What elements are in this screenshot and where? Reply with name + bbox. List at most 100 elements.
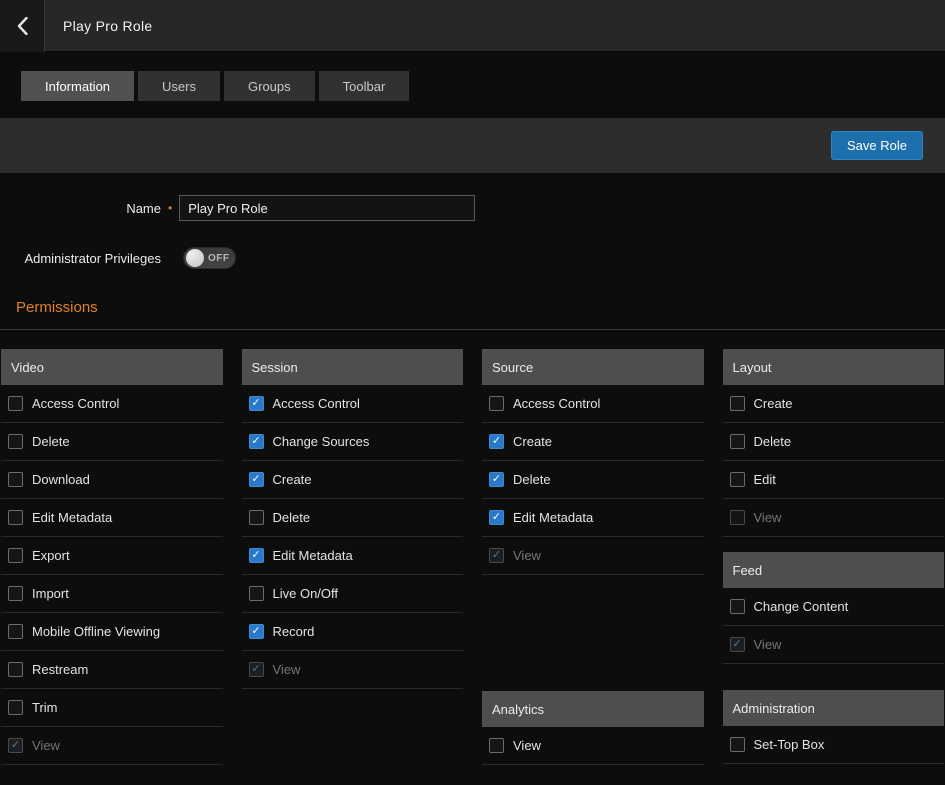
toggle-knob <box>186 249 204 267</box>
permission-row-session-record[interactable]: ✓Record <box>242 613 464 651</box>
name-input[interactable] <box>179 195 475 221</box>
permission-row-source-edit-metadata[interactable]: ✓ Edit Metadata <box>482 499 704 537</box>
permission-row-session-create[interactable]: ✓ Create <box>242 461 464 499</box>
checkbox-session-access-control[interactable]: ✓ <box>249 396 264 411</box>
permission-row-layout-delete[interactable]: Delete <box>723 423 945 461</box>
checkbox-source-delete[interactable]: ✓ <box>489 472 504 487</box>
permission-row-video-restream[interactable]: Restream <box>1 651 223 689</box>
checkbox-video-access-control[interactable] <box>8 396 23 411</box>
checkbox-session-edit-metadata[interactable]: ✓ <box>249 548 264 563</box>
checkbox-session-delete[interactable] <box>249 510 264 525</box>
permission-label: View <box>513 738 541 753</box>
checkbox-source-create[interactable]: ✓ <box>489 434 504 449</box>
permission-row-video-import[interactable]: Import <box>1 575 223 613</box>
checkbox-layout-create[interactable] <box>730 396 745 411</box>
permission-label: Access Control <box>513 396 600 411</box>
permission-row-video-export[interactable]: Export <box>1 537 223 575</box>
checkbox-feed-change-content[interactable] <box>730 599 745 614</box>
checkbox-layout-edit[interactable] <box>730 472 745 487</box>
permission-label: Live On/Off <box>273 586 339 601</box>
checkbox-video-export[interactable] <box>8 548 23 563</box>
checkbox-session-create[interactable]: ✓ <box>249 472 264 487</box>
checkbox-video-restream[interactable] <box>8 662 23 677</box>
checkbox-layout-delete[interactable] <box>730 434 745 449</box>
checkbox-video-delete[interactable] <box>8 434 23 449</box>
permission-row-video-delete[interactable]: Delete <box>1 423 223 461</box>
permission-row-session-delete[interactable]: Delete <box>242 499 464 537</box>
back-button[interactable] <box>0 0 45 52</box>
permission-row-session-live-on-off[interactable]: Live On/Off <box>242 575 464 613</box>
checkbox-video-download[interactable] <box>8 472 23 487</box>
checkbox-video-trim[interactable] <box>8 700 23 715</box>
group-header-analytics: Analytics <box>482 691 704 727</box>
admin-privileges-toggle[interactable]: OFF <box>183 247 236 269</box>
permission-label: Set-Top Box <box>754 737 825 752</box>
permission-row-video-view: ✓View <box>1 727 223 765</box>
permission-label: View <box>754 637 782 652</box>
permission-row-layout-edit[interactable]: Edit <box>723 461 945 499</box>
permission-row-source-access-control[interactable]: Access Control <box>482 385 704 423</box>
checkbox-session-change-sources[interactable]: ✓ <box>249 434 264 449</box>
permission-row-layout-create[interactable]: Create <box>723 385 945 423</box>
tab-toolbar[interactable]: Toolbar <box>319 71 410 101</box>
permission-label: View <box>273 662 301 677</box>
permissions-column-2: Session✓Access Control✓Change Sources✓Cr… <box>242 349 464 765</box>
permission-label: Change Content <box>754 599 849 614</box>
toggle-state-label: OFF <box>208 253 230 264</box>
checkbox-administration-set-top-box[interactable] <box>730 737 745 752</box>
permission-row-source-create[interactable]: ✓Create <box>482 423 704 461</box>
permission-row-administration-set-top-box[interactable]: Set-Top Box <box>723 726 945 764</box>
permission-label: Trim <box>32 700 58 715</box>
checkbox-video-mobile-offline-viewing[interactable] <box>8 624 23 639</box>
permission-label: Delete <box>513 472 551 487</box>
permission-label: Delete <box>754 434 792 449</box>
checkbox-session-record[interactable]: ✓ <box>249 624 264 639</box>
checkbox-video-edit-metadata[interactable] <box>8 510 23 525</box>
permission-group-analytics: Analytics View <box>482 691 704 765</box>
permission-label: Export <box>32 548 70 563</box>
permission-row-session-change-sources[interactable]: ✓ Change Sources <box>242 423 464 461</box>
checkbox-source-edit-metadata[interactable]: ✓ <box>489 510 504 525</box>
permission-label: Change Sources <box>273 434 370 449</box>
permission-row-source-delete[interactable]: ✓ Delete <box>482 461 704 499</box>
save-role-button[interactable]: Save Role <box>831 131 923 160</box>
permission-row-video-mobile-offline-viewing[interactable]: Mobile Offline Viewing <box>1 613 223 651</box>
checkbox-source-view: ✓ <box>489 548 504 563</box>
permission-label: Edit Metadata <box>32 510 112 525</box>
page-title: Play Pro Role <box>63 18 153 34</box>
permission-label: Delete <box>32 434 70 449</box>
permission-row-analytics-view[interactable]: View <box>482 727 704 765</box>
permission-row-session-edit-metadata[interactable]: ✓Edit Metadata <box>242 537 464 575</box>
chevron-left-icon <box>17 17 28 35</box>
permission-row-session-access-control[interactable]: ✓Access Control <box>242 385 464 423</box>
tab-bar: InformationUsersGroupsToolbar <box>21 71 945 101</box>
tab-users[interactable]: Users <box>138 71 220 101</box>
permission-group-feed: FeedChange Content✓View <box>723 552 945 664</box>
checkbox-session-live-on-off[interactable] <box>249 586 264 601</box>
permission-row-feed-view: ✓View <box>723 626 945 664</box>
permission-row-video-download[interactable]: Download <box>1 461 223 499</box>
permission-row-session-view: ✓ View <box>242 651 464 689</box>
checkbox-analytics-view[interactable] <box>489 738 504 753</box>
tab-groups[interactable]: Groups <box>224 71 315 101</box>
tab-information[interactable]: Information <box>21 71 134 101</box>
permission-label: Edit Metadata <box>513 510 593 525</box>
permissions-heading: Permissions <box>16 299 945 316</box>
permission-row-video-access-control[interactable]: Access Control <box>1 385 223 423</box>
permission-label: Delete <box>273 510 311 525</box>
name-field-row: Name • <box>0 195 945 221</box>
permissions-column-1: VideoAccess ControlDeleteDownloadEdit Me… <box>1 349 223 765</box>
permission-label: Restream <box>32 662 88 677</box>
permission-label: View <box>754 510 782 525</box>
checkbox-source-access-control[interactable] <box>489 396 504 411</box>
permission-row-feed-change-content[interactable]: Change Content <box>723 588 945 626</box>
permission-row-source-view: ✓View <box>482 537 704 575</box>
permission-row-video-trim[interactable]: Trim <box>1 689 223 727</box>
permission-label: Create <box>273 472 312 487</box>
checkbox-layout-view <box>730 510 745 525</box>
permission-label: Create <box>754 396 793 411</box>
checkbox-video-import[interactable] <box>8 586 23 601</box>
checkbox-session-view: ✓ <box>249 662 264 677</box>
permission-label: Download <box>32 472 90 487</box>
permission-row-video-edit-metadata[interactable]: Edit Metadata <box>1 499 223 537</box>
